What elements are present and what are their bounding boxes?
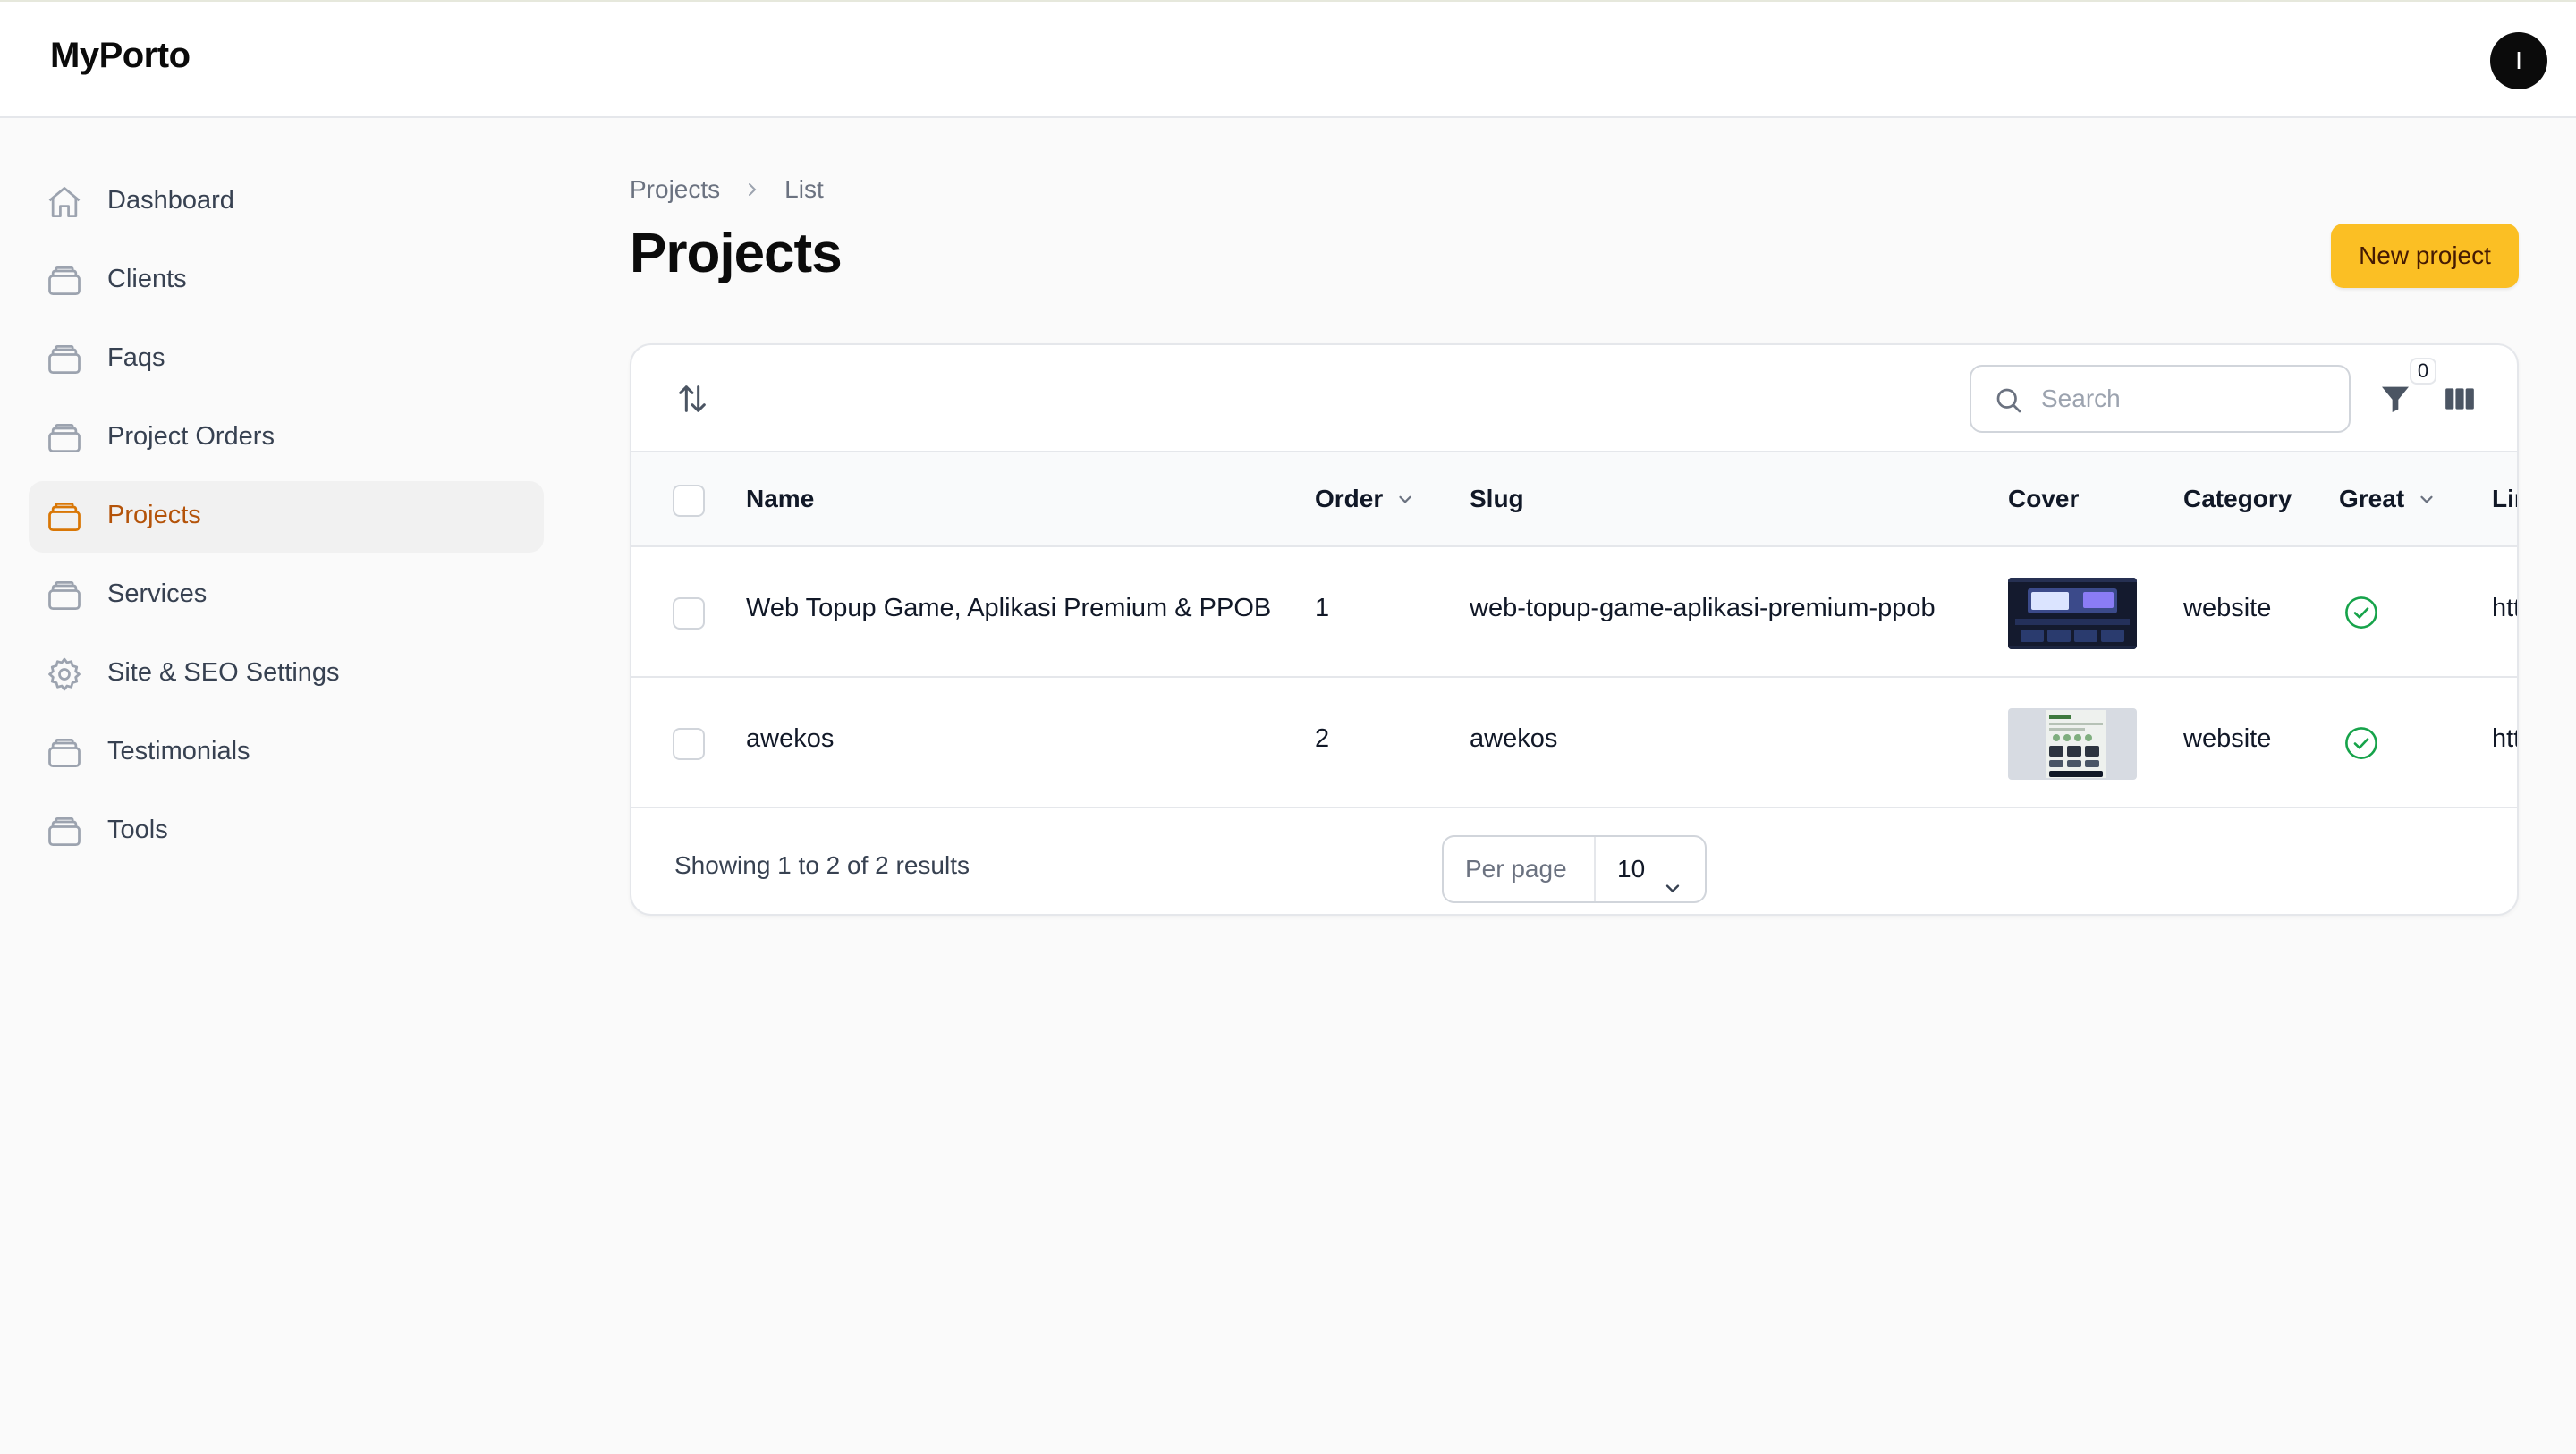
stack-icon — [45, 261, 84, 300]
sort-arrows-icon[interactable] — [674, 381, 710, 417]
sidebar-item-label: Dashboard — [107, 186, 234, 215]
per-page-value-text: 10 — [1617, 855, 1646, 883]
cover-thumbnail-image — [2008, 578, 2137, 649]
cell-order: 1 — [1315, 594, 1330, 622]
table-header: Name Order Slug Cover Category Great Lir — [631, 452, 2517, 547]
check-circle-icon — [2343, 594, 2380, 631]
cell-link[interactable]: htt — [2492, 724, 2517, 754]
cell-name: awekos — [746, 724, 835, 753]
per-page-value[interactable]: 10 — [1596, 837, 1705, 901]
table-toolbar: 0 — [631, 345, 2517, 452]
gear-icon — [45, 655, 84, 694]
column-header-link[interactable]: Lir — [2492, 485, 2517, 513]
sidebar-item-label: Faqs — [107, 343, 165, 372]
per-page-select[interactable]: Per page 10 — [1442, 835, 1707, 903]
sidebar-item-site-seo-settings[interactable]: Site & SEO Settings — [29, 638, 544, 710]
table-row[interactable]: Web Topup Game, Aplikasi Premium & PPOB … — [631, 547, 2517, 678]
sidebar-item-tools[interactable]: Tools — [29, 796, 544, 867]
sidebar-item-faqs[interactable]: Faqs — [29, 324, 544, 395]
chevron-down-icon — [1395, 489, 1415, 509]
breadcrumb-current: List — [784, 175, 824, 203]
cell-slug: web-topup-game-aplikasi-premium-ppob — [1470, 594, 1936, 622]
cell-link[interactable]: htt — [2492, 594, 2517, 623]
search-input[interactable] — [2041, 379, 2327, 418]
user-avatar[interactable]: I — [2490, 32, 2547, 89]
sidebar-item-label: Clients — [107, 265, 187, 293]
cell-category: website — [2183, 594, 2272, 622]
breadcrumb: Projects List — [630, 175, 824, 204]
stack-icon — [45, 812, 84, 851]
sidebar-item-label: Project Orders — [107, 422, 275, 451]
column-header-order[interactable]: Order — [1315, 485, 1415, 513]
sidebar-item-clients[interactable]: Clients — [29, 245, 544, 317]
column-header-label: Lir — [2492, 485, 2517, 512]
sidebar-item-projects[interactable]: Projects — [29, 481, 544, 553]
top-bar: MyPorto I — [0, 0, 2576, 118]
filter-icon[interactable] — [2377, 381, 2413, 417]
column-header-label: Great — [2339, 485, 2405, 512]
column-header-label: Cover — [2008, 485, 2080, 512]
column-header-label: Name — [746, 485, 815, 512]
stack-icon — [45, 733, 84, 773]
cell-name: Web Topup Game, Aplikasi Premium & PPOB — [746, 594, 1272, 622]
brand-logo[interactable]: MyPorto — [50, 36, 191, 76]
projects-table-panel: 0 Name Order Slug Cover Category Great L… — [630, 343, 2519, 916]
chevron-right-icon — [743, 181, 761, 199]
column-header-great[interactable]: Great — [2339, 485, 2436, 513]
sidebar-item-label: Tools — [107, 816, 168, 844]
sidebar-item-label: Services — [107, 579, 208, 608]
column-header-label: Category — [2183, 485, 2292, 512]
sidebar-item-testimonials[interactable]: Testimonials — [29, 717, 544, 789]
breadcrumb-link-projects[interactable]: Projects — [630, 175, 720, 204]
stack-icon — [45, 418, 84, 458]
column-header-label: Order — [1315, 485, 1384, 512]
new-project-button[interactable]: New project — [2331, 224, 2519, 288]
cover-thumbnail-image — [2008, 708, 2137, 780]
table-footer: Showing 1 to 2 of 2 results Per page 10 — [631, 814, 2517, 914]
home-icon — [45, 182, 84, 222]
search-icon — [1993, 385, 2025, 417]
column-header-name[interactable]: Name — [746, 485, 814, 513]
chevron-down-icon — [2417, 489, 2436, 509]
filter-count-badge: 0 — [2410, 358, 2436, 385]
stack-icon — [45, 576, 84, 615]
column-header-cover[interactable]: Cover — [2008, 485, 2079, 513]
cell-slug: awekos — [1470, 724, 1558, 753]
sidebar-item-services[interactable]: Services — [29, 560, 544, 631]
columns-icon[interactable] — [2442, 381, 2478, 417]
column-header-slug[interactable]: Slug — [1470, 485, 1524, 513]
search-field[interactable] — [1970, 365, 2351, 433]
per-page-label: Per page — [1444, 837, 1596, 901]
column-header-category[interactable]: Category — [2183, 485, 2292, 513]
check-circle-icon — [2343, 724, 2380, 762]
sidebar-item-label: Site & SEO Settings — [107, 658, 340, 687]
page-title: Projects — [630, 223, 843, 284]
cell-order: 2 — [1315, 724, 1330, 753]
sidebar-item-label: Testimonials — [107, 737, 250, 765]
sidebar-item-label: Projects — [107, 501, 201, 529]
cell-category: website — [2183, 724, 2272, 753]
column-header-label: Slug — [1470, 485, 1524, 512]
stack-icon — [45, 497, 84, 537]
chevron-down-icon — [1662, 858, 1683, 914]
pagination-summary: Showing 1 to 2 of 2 results — [674, 851, 970, 879]
select-all-checkbox[interactable] — [673, 485, 705, 517]
sidebar-item-project-orders[interactable]: Project Orders — [29, 402, 544, 474]
row-checkbox[interactable] — [673, 597, 705, 630]
sidebar-item-dashboard[interactable]: Dashboard — [29, 166, 544, 238]
stack-icon — [45, 340, 84, 379]
row-checkbox[interactable] — [673, 728, 705, 760]
sidebar: Dashboard Clients Faqs Project Orders Pr… — [29, 166, 544, 875]
table-row[interactable]: awekos 2 awekos website htt — [631, 678, 2517, 808]
